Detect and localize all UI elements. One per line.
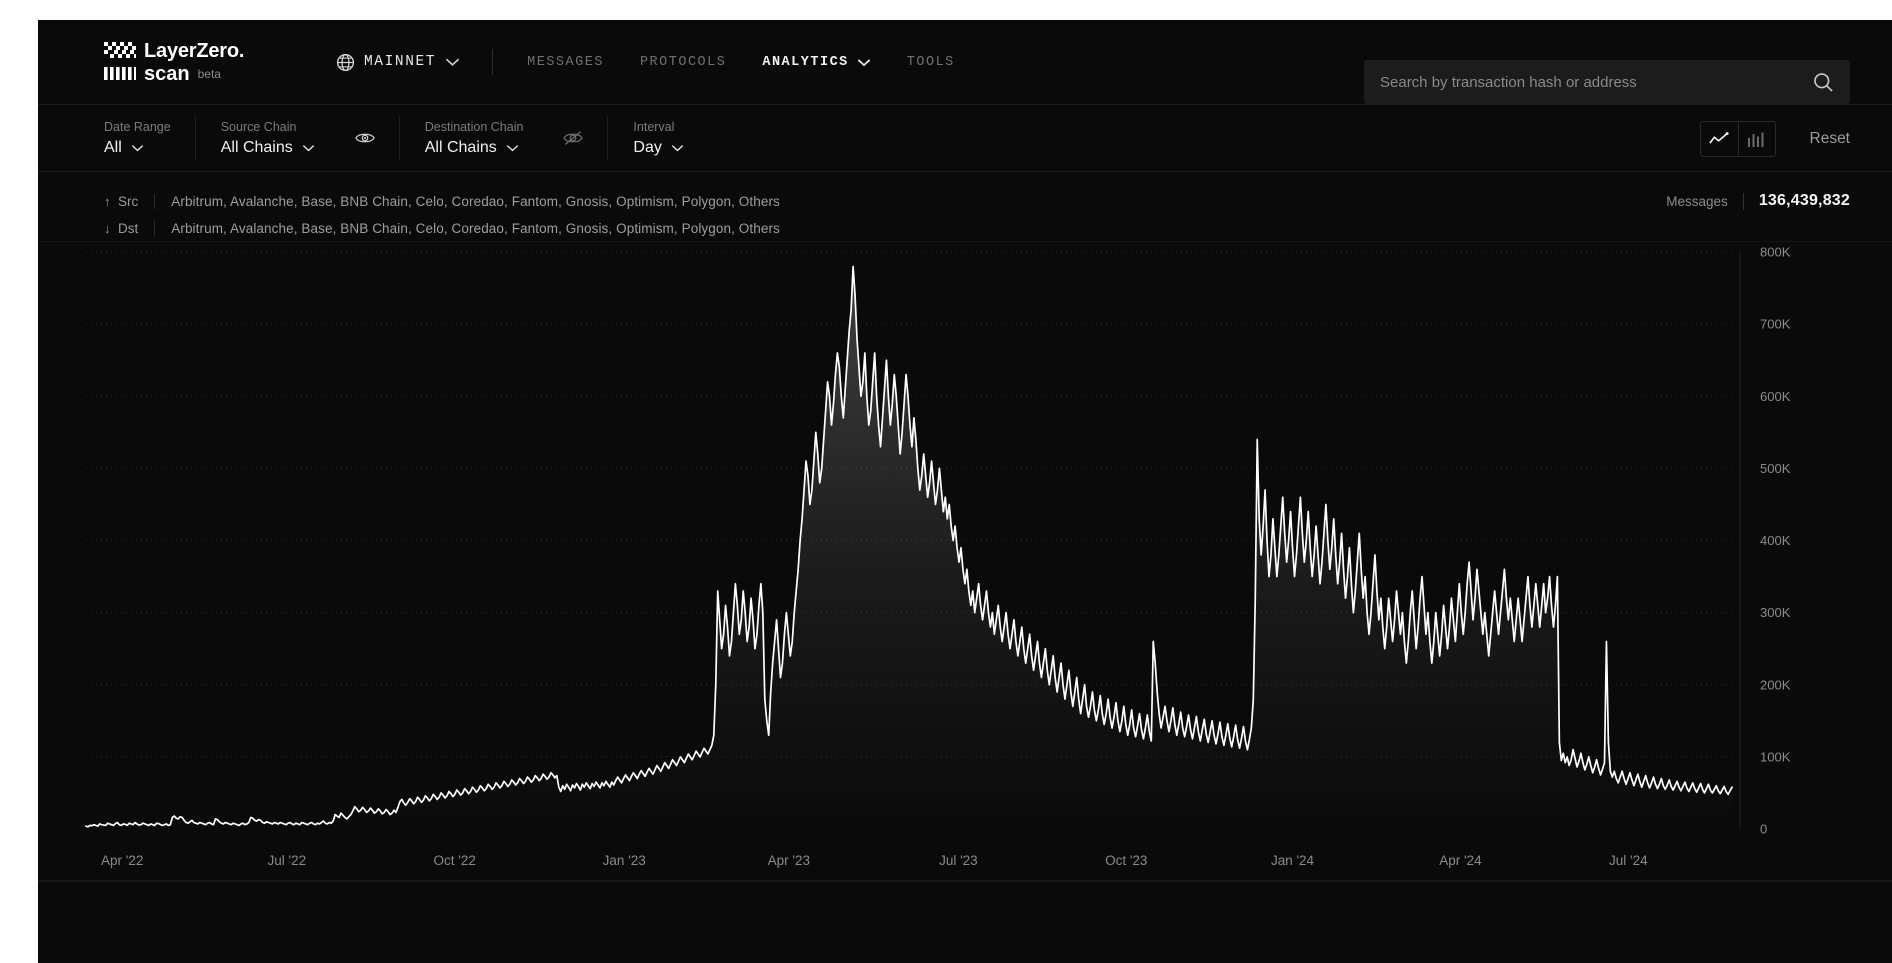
messages-total: Messages 136,439,832 xyxy=(1666,192,1850,210)
filter-value-text: Day xyxy=(633,139,661,157)
arrow-down-icon: ↓ xyxy=(104,221,118,236)
nav-item-protocols[interactable]: PROTOCOLS xyxy=(640,55,726,70)
filter-bar-right: Reset xyxy=(1700,105,1851,173)
filter-value[interactable]: All Chains xyxy=(425,139,524,157)
site-header: LayerZero. scan beta xyxy=(38,20,1892,104)
logo[interactable]: LayerZero. scan beta xyxy=(104,41,264,84)
nav-label: PROTOCOLS xyxy=(640,55,726,70)
layerzero-bars-icon xyxy=(104,67,136,80)
filter-value[interactable]: All Chains xyxy=(221,139,315,157)
filter-label: Date Range xyxy=(104,120,171,134)
arrow-up-icon: ↑ xyxy=(104,194,118,209)
nav-item-analytics[interactable]: ANALYTICS xyxy=(762,55,870,70)
layerzero-logo-icon xyxy=(104,42,136,59)
filter-source-chain[interactable]: Source Chain All Chains xyxy=(195,104,399,172)
chevron-down-icon xyxy=(131,144,144,152)
app-root: LayerZero. scan beta xyxy=(38,20,1892,963)
chart-type-toggle xyxy=(1700,121,1776,157)
filter-destination-chain[interactable]: Destination Chain All Chains xyxy=(399,104,608,172)
x-axis-tick-label: Jan '24 xyxy=(1271,853,1315,868)
y-axis-tick-label: 800K xyxy=(1760,245,1791,260)
chain-summary-bar: ↑ Src Arbitrum, Avalanche, Base, BNB Cha… xyxy=(38,172,1892,242)
chevron-down-icon xyxy=(857,58,871,67)
filter-value-text: All Chains xyxy=(221,139,293,157)
filter-date-range[interactable]: Date Range All xyxy=(104,104,195,172)
eye-icon[interactable] xyxy=(355,130,375,146)
x-axis-tick-label: Jul '23 xyxy=(939,853,978,868)
chevron-down-icon xyxy=(671,144,684,152)
filter-value-text: All xyxy=(104,139,122,157)
bar-chart-icon[interactable] xyxy=(1738,122,1775,156)
chart-area-fill xyxy=(86,266,1732,829)
nav-item-tools[interactable]: TOOLS xyxy=(907,55,955,70)
messages-count: 136,439,832 xyxy=(1759,192,1850,210)
search-icon[interactable] xyxy=(1813,72,1834,93)
main-nav: MESSAGES PROTOCOLS ANALYTICS TOOLS xyxy=(527,55,955,70)
messages-line-chart[interactable]: 0 100K 200K 300K 400K 500K 600K 700K 800K Apr '22… xyxy=(38,242,1892,907)
logo-text-secondary: scan xyxy=(144,64,190,84)
x-axis-tick-label: Oct '22 xyxy=(434,853,476,868)
y-axis-tick-label: 0 xyxy=(1760,822,1767,837)
y-axis-tick-label: 200K xyxy=(1760,677,1791,692)
eye-off-icon[interactable] xyxy=(563,130,583,146)
y-axis-tick-label: 500K xyxy=(1760,461,1791,476)
y-axis-tick-label: 700K xyxy=(1760,317,1791,332)
logo-beta-badge: beta xyxy=(198,67,221,81)
x-axis-tick-label: Oct '23 xyxy=(1105,853,1147,868)
globe-icon xyxy=(336,53,355,72)
chain-divider xyxy=(154,194,155,209)
search-input[interactable] xyxy=(1380,74,1813,91)
logo-text-primary: LayerZero. xyxy=(144,41,244,61)
filter-value-text: All Chains xyxy=(425,139,497,157)
chain-divider xyxy=(154,221,155,236)
y-axis-tick-label: 100K xyxy=(1760,749,1791,764)
nav-label: ANALYTICS xyxy=(762,55,848,70)
y-axis-tick-label: 300K xyxy=(1760,605,1791,620)
y-axis-tick-label: 600K xyxy=(1760,389,1791,404)
network-label: MAINNET xyxy=(364,54,436,70)
nav-label: TOOLS xyxy=(907,55,955,70)
filter-value[interactable]: All xyxy=(104,139,171,157)
filter-label: Interval xyxy=(633,120,683,134)
filter-bar: Date Range All Source Chain All Chains xyxy=(38,104,1892,172)
reset-button[interactable]: Reset xyxy=(1810,130,1851,148)
chevron-down-icon xyxy=(302,144,315,152)
x-axis-tick-label: Jul '22 xyxy=(268,853,307,868)
nav-item-messages[interactable]: MESSAGES xyxy=(527,55,604,70)
chevron-down-icon xyxy=(445,57,460,67)
chain-tag-dst: Dst xyxy=(118,221,138,236)
x-axis-tick-label: Apr '22 xyxy=(101,853,143,868)
filter-value[interactable]: Day xyxy=(633,139,683,157)
y-axis-tick-label: 400K xyxy=(1760,533,1791,548)
chain-list-src: Arbitrum, Avalanche, Base, BNB Chain, Ce… xyxy=(171,194,780,209)
filter-interval[interactable]: Interval Day xyxy=(607,104,707,172)
chain-row-src: ↑ Src Arbitrum, Avalanche, Base, BNB Cha… xyxy=(104,188,1892,215)
header-divider xyxy=(492,49,493,75)
chain-tag-src: Src xyxy=(118,194,138,209)
chevron-down-icon xyxy=(506,144,519,152)
x-axis-tick-label: Jan '23 xyxy=(603,853,646,868)
x-axis-tick-label: Jul '24 xyxy=(1609,853,1648,868)
messages-divider xyxy=(1743,193,1744,210)
filter-label: Destination Chain xyxy=(425,120,524,134)
network-selector[interactable]: MAINNET xyxy=(336,53,460,72)
search-bar[interactable] xyxy=(1364,60,1850,104)
analytics-chart[interactable]: 0 100K 200K 300K 400K 500K 600K 700K 800K Apr '22… xyxy=(38,242,1892,907)
x-axis-tick-label: Apr '24 xyxy=(1439,853,1482,868)
filter-label: Source Chain xyxy=(221,120,315,134)
x-axis-tick-label: Apr '23 xyxy=(768,853,810,868)
nav-label: MESSAGES xyxy=(527,55,604,70)
line-chart-icon[interactable] xyxy=(1701,122,1738,156)
messages-label: Messages xyxy=(1666,194,1728,209)
chain-list-dst: Arbitrum, Avalanche, Base, BNB Chain, Ce… xyxy=(171,221,780,236)
chain-row-dst: ↓ Dst Arbitrum, Avalanche, Base, BNB Cha… xyxy=(104,215,1892,242)
